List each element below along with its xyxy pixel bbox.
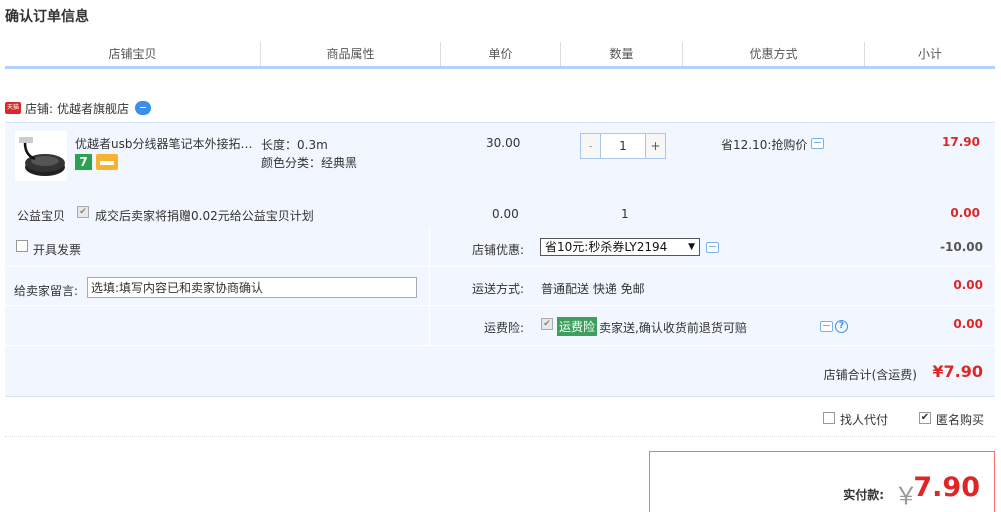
shop-label: 店铺:: [25, 101, 54, 116]
row-divider: [5, 345, 995, 346]
anonymous-purchase-label: 匿名购买: [936, 413, 985, 427]
column-subtotal: 小计: [917, 47, 942, 61]
insurance-tag: 运费险: [557, 317, 598, 336]
coupon-comment-icon[interactable]: [706, 242, 719, 253]
row-divider: [5, 266, 995, 267]
dotted-divider: [5, 436, 995, 437]
promo-comment-icon[interactable]: [811, 138, 824, 149]
divider: [5, 396, 995, 397]
promo-text: 省12.10:抢购价: [721, 138, 808, 152]
anonymous-purchase-checkbox[interactable]: ✔: [919, 412, 931, 424]
order-item-block: 优越者usb分线器笔记本外接拓展坞 7 长度：0.3m 颜色分类：经典黑 30.…: [5, 122, 995, 228]
invoice-label: 开具发票: [33, 243, 82, 257]
shop-name-link[interactable]: 优越者旗舰店: [57, 100, 129, 117]
welfare-subtotal: 0.00: [950, 206, 980, 220]
shipping-amount: 0.00: [953, 278, 983, 292]
message-label: 给卖家留言:: [14, 284, 79, 298]
column-attributes: 商品属性: [261, 42, 441, 66]
item-subtotal: 17.90: [942, 135, 980, 149]
welfare-label: 公益宝贝: [17, 209, 66, 223]
quantity-stepper: - +: [580, 133, 666, 159]
credit-card-icon: [96, 154, 118, 170]
coupon-label: 店铺优惠:: [471, 243, 524, 257]
product-title-link[interactable]: 优越者usb分线器笔记本外接拓展坞: [75, 135, 255, 152]
payment-summary-box: 实付款: ￥ 7.90: [649, 451, 995, 512]
column-header: 店铺宝贝 商品属性 单价 数量 优惠方式 小计: [5, 42, 995, 70]
invoice-checkbox[interactable]: [16, 240, 28, 252]
row-divider: [5, 305, 995, 306]
proxy-pay-checkbox[interactable]: [823, 412, 835, 424]
unit-price: 30.00: [486, 136, 521, 150]
header-accent-bar: [5, 66, 995, 69]
page-title: 确认订单信息: [5, 9, 89, 25]
shipping-label: 运送方式:: [471, 282, 524, 296]
dropdown-arrow-icon: ▼: [688, 242, 695, 252]
payment-amount: 7.90: [913, 472, 980, 503]
insurance-amount: 0.00: [953, 317, 983, 331]
options-divider: [429, 228, 430, 345]
tmall-logo-icon: 天猫: [5, 102, 21, 114]
store-total-amount: ¥7.90: [932, 362, 983, 381]
welfare-price: 0.00: [492, 207, 519, 221]
coupon-select[interactable]: 省10元:秒杀券LY2194 ▼: [540, 238, 700, 256]
column-unit-price: 单价: [441, 42, 561, 66]
welfare-checkbox: ✔: [77, 206, 89, 218]
insurance-comment-icon[interactable]: [820, 321, 833, 332]
proxy-pay-label: 找人代付: [840, 413, 889, 427]
insurance-text: 卖家送,确认收货前退货可赔: [599, 321, 747, 335]
insurance-label: 运费险:: [483, 321, 524, 335]
quantity-decrease-button[interactable]: -: [581, 134, 601, 158]
column-shop-item: 店铺宝贝: [5, 42, 261, 66]
quantity-increase-button[interactable]: +: [645, 134, 665, 158]
attribute-length: 长度：0.3m: [261, 138, 328, 152]
welfare-qty: 1: [621, 207, 629, 221]
column-discount: 优惠方式: [683, 42, 865, 66]
chat-icon[interactable]: [135, 101, 152, 115]
payment-label: 实付款:: [843, 488, 884, 502]
quantity-input[interactable]: [601, 134, 645, 158]
product-image[interactable]: [15, 131, 67, 181]
shop-row: 天猫 店铺: 优越者旗舰店: [5, 98, 152, 118]
seven-day-return-icon: 7: [75, 154, 92, 170]
coupon-amount: -10.00: [940, 240, 983, 254]
store-total-label: 店铺合计(含运费): [823, 368, 917, 382]
shipping-method: 普通配送 快递 免邮: [541, 282, 645, 296]
welfare-text: 成交后卖家将捐赠0.02元给公益宝贝计划: [95, 209, 314, 223]
coupon-selected-value: 省10元:秒杀券LY2194: [545, 240, 668, 254]
insurance-checkbox: ✔: [541, 318, 553, 330]
help-icon[interactable]: ?: [835, 320, 848, 333]
attribute-color: 颜色分类：经典黑: [261, 156, 358, 170]
order-options-block: 开具发票 给卖家留言: 店铺优惠: 省10元:秒杀券LY2194 ▼ -10.0…: [5, 228, 995, 396]
message-to-seller-input[interactable]: [87, 277, 417, 298]
column-quantity: 数量: [561, 42, 683, 66]
